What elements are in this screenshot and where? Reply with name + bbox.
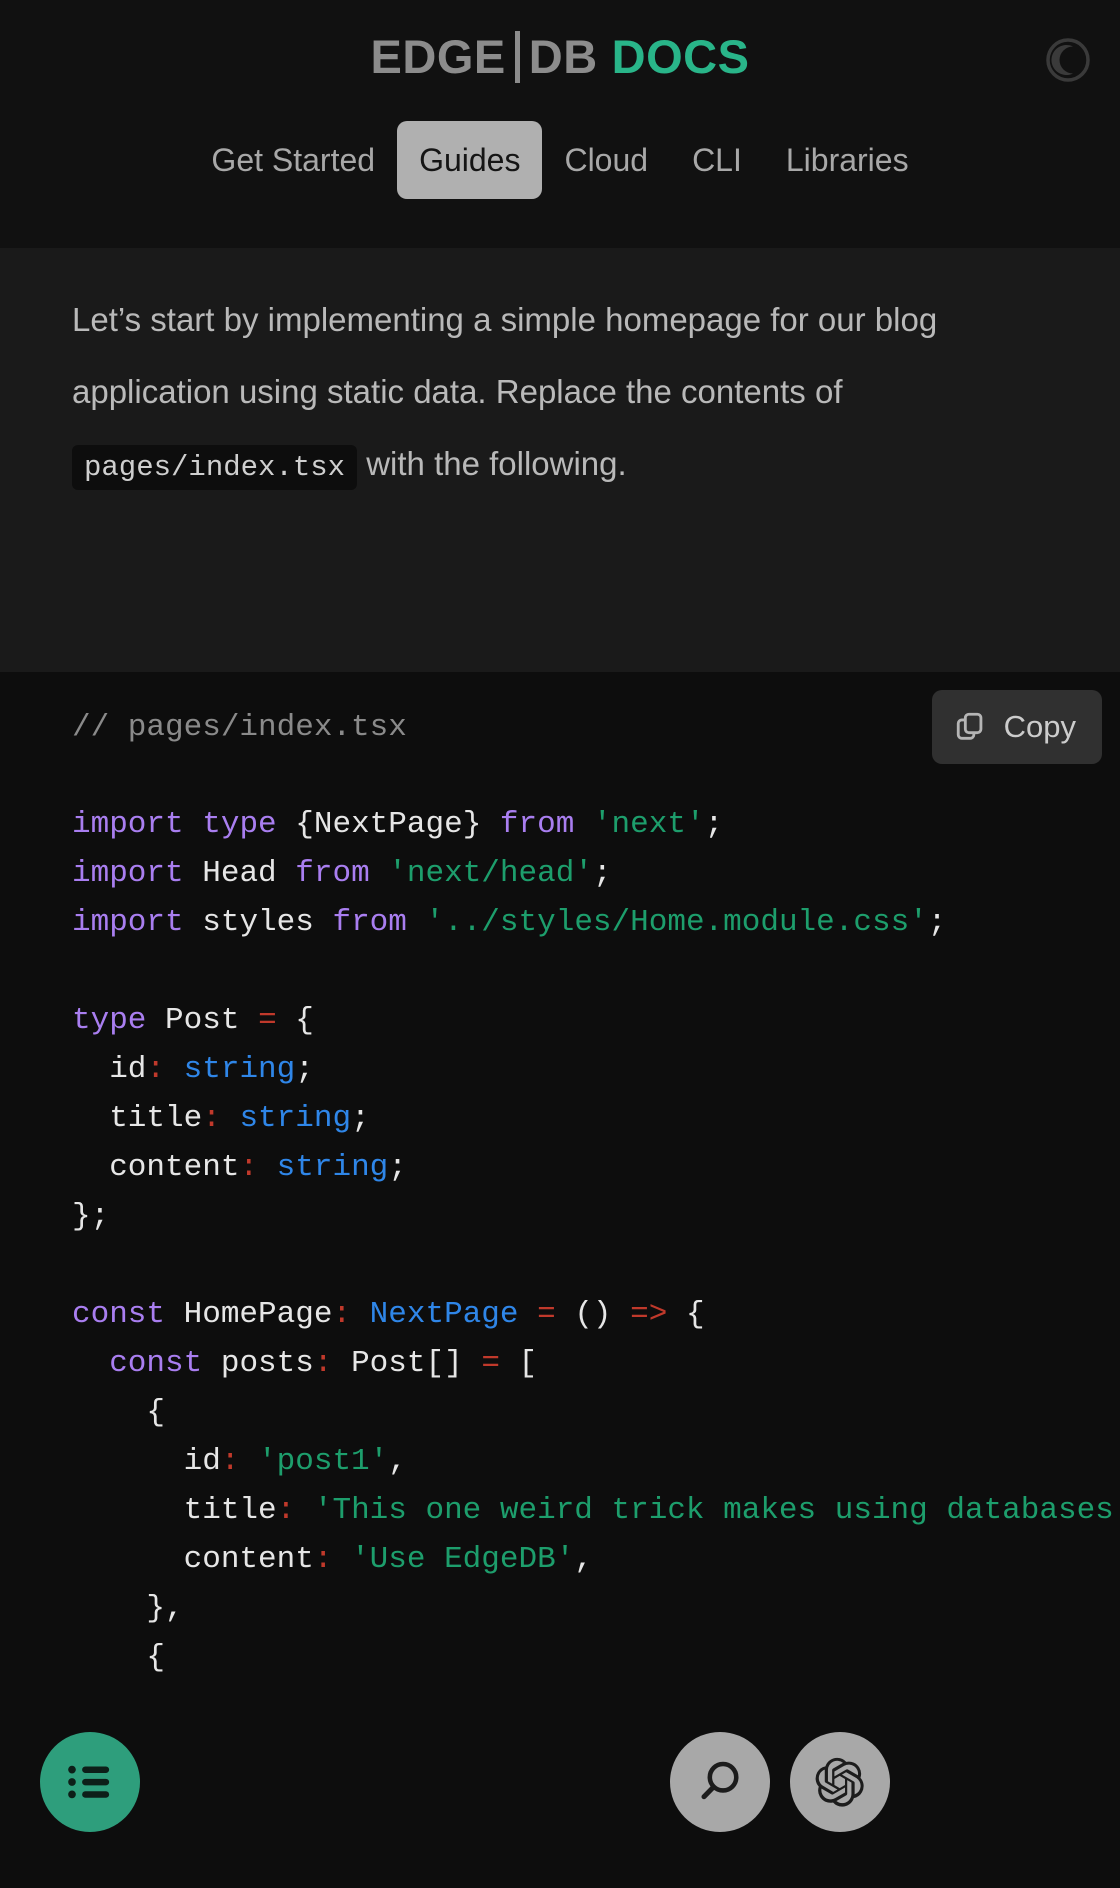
code-line: import type {NextPage} from 'next'; bbox=[72, 807, 724, 842]
code-line: content: 'Use EdgeDB', bbox=[72, 1542, 593, 1577]
code-line: }, bbox=[72, 1591, 184, 1626]
code-line: const posts: Post[] = [ bbox=[72, 1346, 538, 1381]
code-line: { bbox=[72, 1640, 166, 1675]
code-content[interactable]: import type {NextPage} from 'next'; impo… bbox=[0, 800, 1120, 1682]
code-line: content: string; bbox=[72, 1150, 407, 1185]
code-line: type Post = { bbox=[72, 1003, 314, 1038]
search-icon bbox=[701, 1761, 739, 1800]
copy-icon bbox=[956, 712, 982, 740]
logo-db-text: DB bbox=[528, 30, 598, 83]
article-prose-section: Let’s start by implementing a simple hom… bbox=[0, 248, 1120, 672]
nav-tab-cli[interactable]: CLI bbox=[670, 121, 764, 199]
intro-paragraph-part1: Let’s start by implementing a simple hom… bbox=[72, 301, 938, 410]
theme-toggle-button[interactable] bbox=[1044, 36, 1092, 84]
copy-code-button[interactable]: Copy bbox=[931, 690, 1102, 764]
code-line: id: 'post1', bbox=[72, 1444, 407, 1479]
list-menu-icon bbox=[68, 1765, 110, 1799]
logo-edge-text: EDGE bbox=[370, 30, 506, 83]
search-fab[interactable] bbox=[670, 1732, 770, 1832]
code-line: title: string; bbox=[72, 1101, 370, 1136]
code-line: { bbox=[72, 1395, 166, 1430]
intro-paragraph: Let’s start by implementing a simple hom… bbox=[72, 284, 1048, 504]
moon-icon bbox=[1046, 38, 1090, 82]
code-line: id: string; bbox=[72, 1052, 314, 1087]
openai-logo-icon bbox=[815, 1757, 864, 1807]
code-line: import styles from '../styles/Home.modul… bbox=[72, 905, 947, 940]
logo-divider bbox=[514, 31, 520, 83]
code-filename-comment: // pages/index.tsx bbox=[72, 710, 407, 745]
code-line: title: 'This one weird trick makes using… bbox=[72, 1493, 1120, 1528]
primary-nav: Get Started Guides Cloud CLI Libraries bbox=[0, 120, 1120, 200]
intro-paragraph-part2: with the following. bbox=[357, 445, 627, 482]
docs-page: EDGE DB DOCS Get Started Guides Cloud CLI … bbox=[0, 0, 1120, 1888]
inline-code-filename: pages/index.tsx bbox=[72, 445, 358, 490]
logo-docs-text: DOCS bbox=[611, 30, 750, 83]
nav-tab-cloud[interactable]: Cloud bbox=[542, 121, 670, 199]
nav-tab-libraries[interactable]: Libraries bbox=[764, 121, 931, 199]
copy-button-label: Copy bbox=[1003, 709, 1076, 744]
nav-tab-guides[interactable]: Guides bbox=[397, 121, 543, 199]
site-header: EDGE DB DOCS Get Started Guides Cloud CLI … bbox=[0, 0, 1120, 248]
code-block-header: // pages/index.tsx Copy bbox=[0, 672, 1120, 800]
toc-menu-fab[interactable] bbox=[40, 1732, 140, 1832]
ai-assistant-fab[interactable] bbox=[790, 1732, 890, 1832]
code-line: }; bbox=[72, 1199, 110, 1234]
site-logo[interactable]: EDGE DB DOCS bbox=[0, 26, 1120, 88]
code-block: // pages/index.tsx Copy import type {Nex… bbox=[0, 672, 1120, 1888]
nav-tab-get-started[interactable]: Get Started bbox=[189, 121, 397, 199]
code-line: const HomePage: NextPage = () => { bbox=[72, 1297, 705, 1332]
code-line: import Head from 'next/head'; bbox=[72, 856, 612, 891]
